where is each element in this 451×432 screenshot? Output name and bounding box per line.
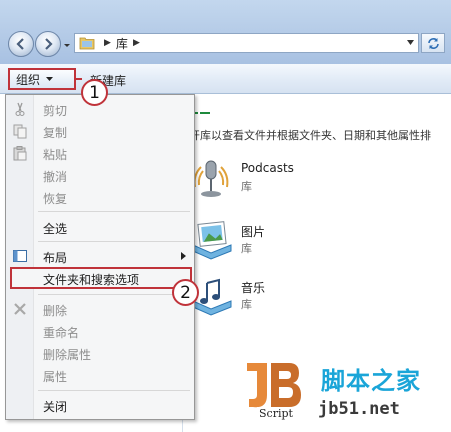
watermark-script-text: Script bbox=[257, 407, 295, 420]
menu-item-label: 剪切 bbox=[43, 104, 68, 118]
chevron-down-icon bbox=[46, 77, 54, 81]
menu-item-label: 关闭 bbox=[43, 400, 68, 414]
menu-item-label: 恢复 bbox=[43, 192, 68, 206]
address-bar-area: ▶ 库 ▶ bbox=[0, 0, 451, 64]
watermark-url: jb51.net bbox=[318, 399, 400, 419]
menu-item-folder-search-options[interactable]: 文件夹和搜索选项 bbox=[10, 267, 192, 289]
menu-item-label: 属性 bbox=[43, 370, 68, 384]
breadcrumb-libraries[interactable]: 库 bbox=[116, 35, 128, 52]
menu-item-copy[interactable]: 复制 bbox=[6, 120, 194, 142]
breadcrumb-separator[interactable]: ▶ bbox=[133, 38, 140, 48]
address-history-dropdown-icon[interactable] bbox=[407, 40, 414, 45]
command-toolbar: 组织 新建库 bbox=[0, 64, 451, 94]
library-name: 图片 bbox=[241, 225, 266, 239]
menu-item-paste[interactable]: 粘贴 bbox=[6, 142, 194, 164]
menu-item-redo[interactable]: 恢复 bbox=[6, 186, 194, 208]
recent-pages-dropdown-icon[interactable] bbox=[63, 40, 71, 50]
menu-item-layout[interactable]: 布局 bbox=[6, 245, 194, 267]
watermark: Script 脚本之家 jb51.net bbox=[243, 355, 451, 432]
back-button[interactable] bbox=[8, 31, 34, 57]
menu-item-select-all[interactable]: 全选 bbox=[6, 216, 194, 238]
menu-item-undo[interactable]: 撤消 bbox=[6, 164, 194, 186]
forward-arrow-icon bbox=[45, 38, 53, 50]
library-type: 库 bbox=[241, 242, 252, 255]
menu-item-label: 布局 bbox=[43, 251, 68, 265]
library-name: Podcasts bbox=[241, 161, 294, 175]
library-item-music[interactable]: 音乐 库 bbox=[189, 275, 439, 321]
menu-item-label: 撤消 bbox=[43, 170, 68, 184]
refresh-icon bbox=[427, 37, 439, 49]
paste-icon bbox=[13, 146, 27, 161]
library-item-pictures[interactable]: 图片 库 bbox=[189, 219, 439, 265]
menu-item-label: 全选 bbox=[43, 222, 68, 236]
menu-separator bbox=[38, 390, 190, 391]
callout-1: 1 bbox=[81, 79, 108, 106]
library-item-podcasts[interactable]: Podcasts 库 bbox=[189, 157, 439, 203]
podcasts-icon bbox=[193, 160, 229, 197]
refresh-button[interactable] bbox=[421, 33, 445, 53]
folder-icon bbox=[79, 37, 95, 50]
address-field[interactable]: ▶ 库 ▶ bbox=[74, 33, 419, 53]
watermark-site-name: 脚本之家 bbox=[321, 367, 421, 395]
submenu-arrow-icon bbox=[181, 252, 186, 260]
menu-item-label: 复制 bbox=[43, 126, 68, 140]
delete-icon bbox=[14, 303, 26, 315]
callout-1-leader bbox=[76, 78, 82, 80]
menu-separator bbox=[38, 241, 190, 242]
breadcrumb-separator[interactable]: ▶ bbox=[104, 38, 111, 48]
menu-item-rename[interactable]: 重命名 bbox=[6, 320, 194, 342]
cut-icon bbox=[15, 102, 25, 116]
menu-item-properties[interactable]: 属性 bbox=[6, 364, 194, 386]
menu-item-delete[interactable]: 删除 bbox=[6, 298, 194, 320]
menu-item-label: 删除属性 bbox=[43, 348, 92, 362]
menu-item-label: 粘贴 bbox=[43, 148, 68, 162]
library-type: 库 bbox=[241, 298, 252, 311]
layout-icon bbox=[13, 250, 27, 262]
menu-item-close[interactable]: 关闭 bbox=[6, 394, 194, 416]
library-hint-text: 开库以查看文件并根据文件夹、日期和其他属性排 bbox=[189, 129, 431, 142]
library-type: 库 bbox=[241, 180, 252, 193]
menu-separator bbox=[38, 294, 190, 295]
back-arrow-icon bbox=[16, 38, 24, 50]
organize-menu: 剪切 复制 粘贴 撤消 恢复 全选 布局 文件夹和搜索选项 删除 重命名 删除属… bbox=[5, 94, 195, 420]
pictures-icon bbox=[192, 221, 232, 260]
menu-separator bbox=[38, 211, 190, 212]
organize-label: 组织 bbox=[16, 72, 41, 87]
forward-button[interactable] bbox=[35, 31, 61, 57]
menu-item-remove-properties[interactable]: 删除属性 bbox=[6, 342, 194, 364]
menu-item-label: 删除 bbox=[43, 304, 68, 318]
copy-icon bbox=[13, 124, 27, 139]
menu-item-label: 重命名 bbox=[43, 326, 80, 340]
menu-item-label: 文件夹和搜索选项 bbox=[43, 273, 140, 287]
organize-button[interactable]: 组织 bbox=[8, 68, 76, 90]
library-name: 音乐 bbox=[241, 281, 266, 295]
callout-2: 2 bbox=[172, 279, 199, 306]
